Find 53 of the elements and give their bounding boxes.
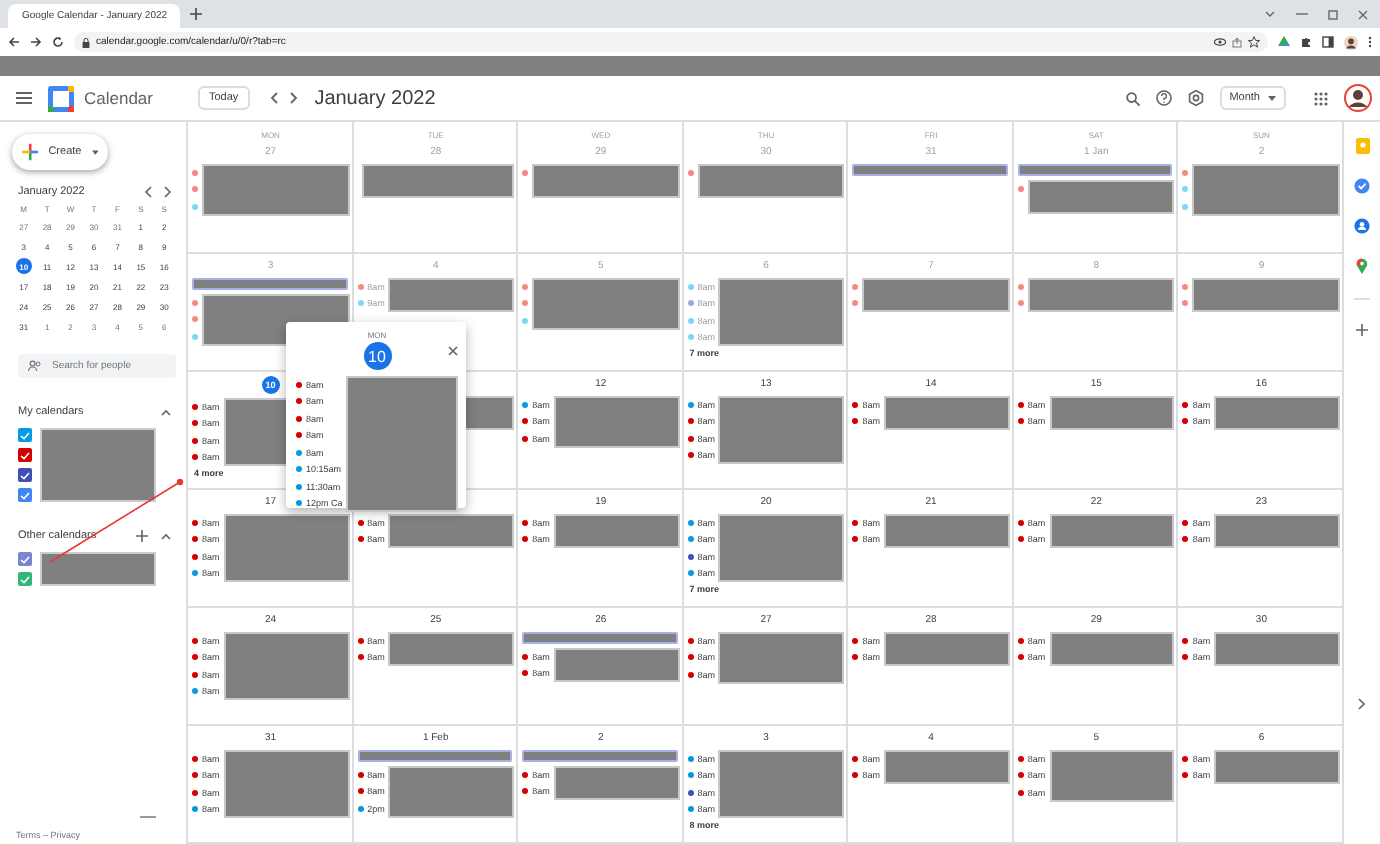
side-panel-icon[interactable]	[1322, 36, 1334, 48]
calendar-checkbox[interactable]	[18, 468, 32, 482]
avatar-icon[interactable]	[1344, 35, 1358, 49]
calendar-checkbox[interactable]	[18, 448, 32, 462]
caret-icon	[91, 149, 98, 155]
chevron-right-icon[interactable]	[164, 186, 172, 198]
popup-date: 10	[363, 342, 391, 370]
app-name: Calendar	[84, 88, 153, 108]
calendar-checkbox[interactable]	[18, 488, 32, 502]
triangle-icon[interactable]	[1278, 36, 1290, 48]
people-icon	[28, 360, 42, 372]
map-pin-icon[interactable]	[1356, 258, 1368, 274]
search-icon[interactable]	[1125, 91, 1140, 105]
redacted-block	[40, 552, 156, 586]
calendar-checkbox[interactable]	[18, 572, 32, 586]
menu-icon[interactable]	[16, 92, 32, 104]
annotation-arrow	[44, 476, 186, 566]
chevron-left-icon[interactable]	[144, 186, 152, 198]
new-tab-icon[interactable]	[190, 8, 202, 20]
settings-icon[interactable]	[1187, 90, 1204, 106]
close-icon[interactable]	[1358, 9, 1368, 19]
period-title: January 2022	[314, 87, 436, 109]
forward-icon[interactable]	[30, 36, 42, 48]
chevron-right-icon[interactable]	[1358, 698, 1366, 710]
star-icon[interactable]	[1248, 36, 1260, 48]
reload-icon[interactable]	[52, 36, 64, 48]
puzzle-icon[interactable]	[1300, 36, 1312, 48]
dash-icon	[140, 816, 156, 818]
contacts-icon[interactable]	[1354, 218, 1370, 234]
redacted-block	[40, 428, 156, 502]
minimize-icon[interactable]	[1296, 9, 1308, 17]
maximize-icon[interactable]	[1328, 9, 1338, 19]
close-icon[interactable]	[448, 346, 458, 356]
lock-icon	[82, 37, 90, 47]
chevron-up-icon[interactable]	[160, 532, 172, 540]
apps-icon[interactable]	[1314, 91, 1328, 105]
share-icon[interactable]	[1232, 37, 1242, 47]
calendar-checkbox[interactable]	[18, 428, 32, 442]
caret-icon	[1268, 95, 1276, 101]
add-icon[interactable]	[136, 530, 148, 542]
help-icon[interactable]	[1155, 90, 1172, 106]
back-icon[interactable]	[8, 36, 20, 48]
chevron-left-icon[interactable]	[270, 92, 279, 104]
tasks-icon[interactable]	[1354, 178, 1370, 194]
chevron-down-icon[interactable]	[1264, 9, 1276, 17]
chevron-right-icon[interactable]	[290, 92, 299, 104]
calendar-logo-icon	[48, 85, 74, 111]
eye-icon[interactable]	[1214, 38, 1226, 46]
plus-icon	[22, 142, 39, 162]
calendar-checkbox[interactable]	[18, 552, 32, 566]
avatar-icon[interactable]	[1344, 84, 1372, 112]
chevron-up-icon[interactable]	[160, 408, 172, 416]
add-icon[interactable]	[1356, 324, 1368, 336]
